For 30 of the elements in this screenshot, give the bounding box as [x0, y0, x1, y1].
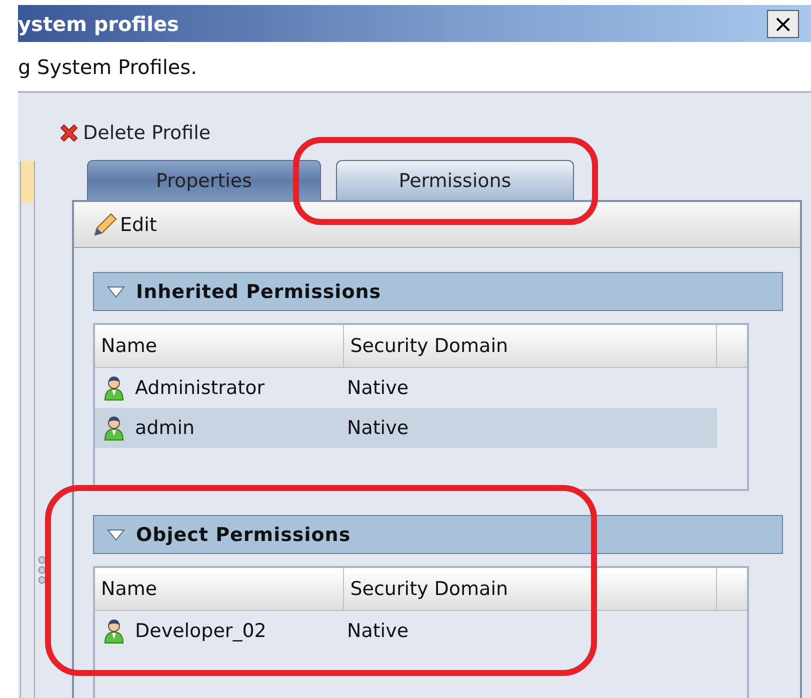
- user-icon: [103, 618, 125, 644]
- table-cell: Developer_02: [135, 620, 266, 642]
- tab[interactable]: Permissions: [336, 160, 574, 200]
- section-header[interactable]: Object Permissions: [93, 515, 783, 554]
- table-cell: Administrator: [135, 377, 265, 399]
- table-cell-text: Native: [346, 620, 409, 642]
- section-header[interactable]: Inherited Permissions: [93, 272, 783, 311]
- table-cell-text: Native: [346, 417, 409, 439]
- tab[interactable]: Properties: [87, 160, 321, 200]
- close-button[interactable]: ×: [767, 10, 799, 38]
- table-row[interactable]: Developer_02 Native: [95, 611, 717, 651]
- table-row[interactable]: admin Native: [95, 408, 717, 448]
- table-row[interactable]: Administrator Native: [95, 368, 717, 408]
- close-icon: [58, 122, 80, 144]
- column-header[interactable]: Security Domain: [344, 568, 718, 610]
- table-cell: admin: [135, 417, 195, 439]
- pencil-icon: [92, 212, 118, 238]
- column-header[interactable]: Name: [95, 568, 344, 610]
- description-text: g System Profiles.: [18, 54, 197, 78]
- collapse-icon: [106, 528, 126, 542]
- collapse-icon: [106, 284, 126, 298]
- table-cell-text: Native: [346, 377, 409, 399]
- column-header[interactable]: Name: [95, 325, 344, 367]
- user-icon: [103, 375, 125, 401]
- column-header[interactable]: Security Domain: [344, 325, 718, 367]
- grip-icon[interactable]: [38, 556, 46, 584]
- user-icon: [103, 415, 125, 441]
- edit-button[interactable]: Edit: [92, 212, 157, 238]
- delete-profile-button[interactable]: Delete Profile: [54, 120, 211, 146]
- window-title: ystem profiles: [18, 12, 179, 36]
